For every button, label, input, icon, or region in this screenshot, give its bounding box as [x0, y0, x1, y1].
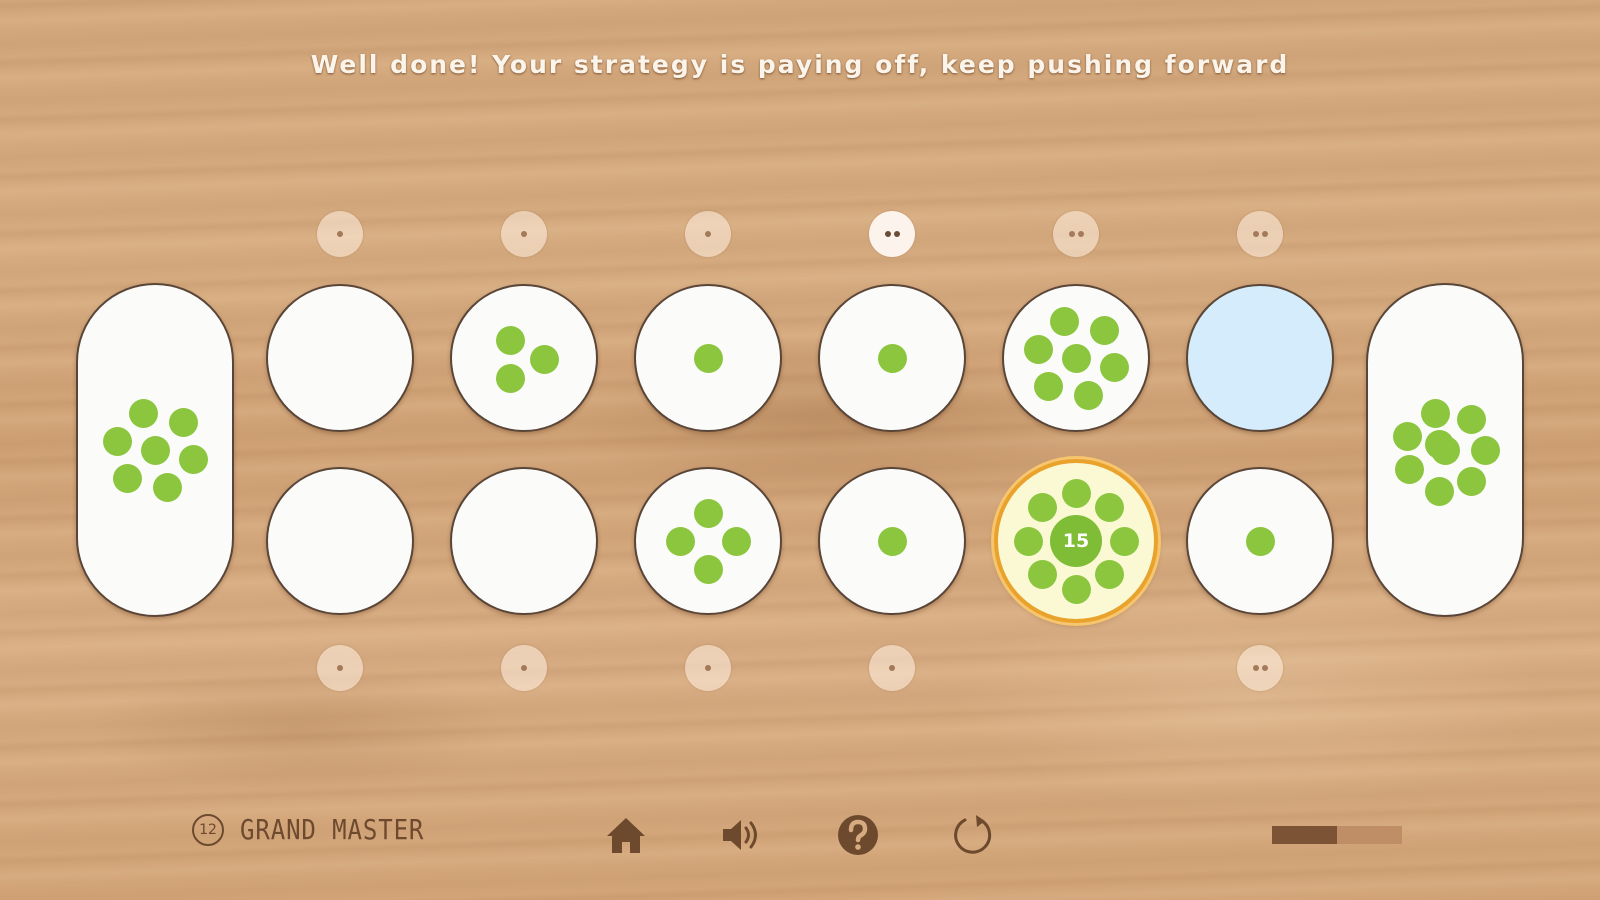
- store-right-seed: [1456, 404, 1486, 434]
- pit-bottom-3[interactable]: [634, 467, 782, 615]
- restart-button[interactable]: [949, 810, 999, 860]
- seed-count-badge: 15: [1050, 515, 1102, 567]
- help-icon: [838, 815, 878, 855]
- top-marker-2: [501, 211, 547, 257]
- marker-dot: [889, 665, 895, 671]
- bottom-marker-1: [317, 645, 363, 691]
- store-right-seed: [1424, 429, 1454, 459]
- pit-top-5-seed: [1099, 352, 1129, 382]
- pit-bottom-5-seed: [1013, 526, 1043, 556]
- pit-bottom-6-seed: [1245, 526, 1275, 556]
- help-button[interactable]: [833, 810, 883, 860]
- marker-dot: [705, 231, 711, 237]
- bottom-marker-2: [501, 645, 547, 691]
- marker-dot: [1068, 231, 1075, 237]
- pit-top-2[interactable]: [450, 284, 598, 432]
- marker-dot: [337, 665, 343, 671]
- pit-top-5-seed: [1023, 334, 1053, 364]
- pit-top-4-seed: [877, 343, 907, 373]
- store-left-seed: [178, 444, 208, 474]
- pit-top-2-seed: [495, 325, 525, 355]
- top-marker-1: [317, 211, 363, 257]
- pit-top-2-seed: [529, 344, 559, 374]
- store-left-seed: [128, 398, 158, 428]
- pit-top-5-seed: [1089, 315, 1119, 345]
- pit-bottom-3-seed: [693, 498, 723, 528]
- pit-top-2-seed: [495, 363, 525, 393]
- marker-dot: [1252, 231, 1259, 237]
- pit-bottom-1[interactable]: [266, 467, 414, 615]
- progress-bar: [1272, 826, 1402, 844]
- bottom-marker-3: [685, 645, 731, 691]
- restart-icon: [954, 815, 992, 854]
- pit-bottom-4-seed: [877, 526, 907, 556]
- top-marker-4: [869, 211, 915, 257]
- marker-dot: [893, 231, 900, 237]
- level-name: GRAND MASTER: [240, 813, 425, 846]
- marker-dot: [1077, 231, 1084, 237]
- level-indicator: 12 GRAND MASTER: [192, 813, 454, 846]
- store-right-seed: [1456, 466, 1486, 496]
- marker-dot: [521, 231, 527, 237]
- pit-top-1[interactable]: [266, 284, 414, 432]
- mancala-board: 15: [0, 0, 1600, 900]
- marker-dot: [1261, 231, 1268, 237]
- speaker-icon: [723, 820, 757, 850]
- pit-bottom-5-seed: [1109, 526, 1139, 556]
- home-icon: [607, 818, 645, 853]
- store-left-seed: [152, 472, 182, 502]
- pit-top-5-seed: [1049, 306, 1079, 336]
- marker-dot: [884, 231, 891, 237]
- bottom-marker-6: [1237, 645, 1283, 691]
- store-left-seed: [140, 435, 170, 465]
- marker-dot: [521, 665, 527, 671]
- pit-bottom-2[interactable]: [450, 467, 598, 615]
- marker-dot: [705, 665, 711, 671]
- store-right-seed: [1424, 476, 1454, 506]
- pit-bottom-3-seed: [665, 526, 695, 556]
- pit-bottom-5-seed: [1061, 478, 1091, 508]
- top-marker-3: [685, 211, 731, 257]
- store-right-seed: [1392, 421, 1422, 451]
- marker-dot: [1252, 665, 1259, 671]
- marker-dot: [337, 231, 343, 237]
- pit-top-5-seed: [1061, 343, 1091, 373]
- pit-bottom-5-seed: [1027, 492, 1057, 522]
- pit-bottom-3-seed: [721, 526, 751, 556]
- marker-dot: [1261, 665, 1268, 671]
- pit-bottom-5-seed: [1095, 492, 1125, 522]
- pit-bottom-5-seed: [1027, 560, 1057, 590]
- pit-bottom-3-seed: [693, 554, 723, 584]
- pit-top-5-seed: [1033, 371, 1063, 401]
- top-marker-6: [1237, 211, 1283, 257]
- store-right-seed: [1420, 398, 1450, 428]
- top-marker-5: [1053, 211, 1099, 257]
- store-left-seed: [102, 426, 132, 456]
- sound-button[interactable]: [717, 810, 767, 860]
- progress-fill: [1272, 826, 1337, 844]
- store-left-seed: [112, 463, 142, 493]
- pit-top-6[interactable]: [1186, 284, 1334, 432]
- home-button[interactable]: [601, 810, 651, 860]
- level-number: 12: [192, 813, 224, 846]
- store-right-seed: [1470, 435, 1500, 465]
- bottom-marker-4: [869, 645, 915, 691]
- store-left-seed: [168, 407, 198, 437]
- pit-top-5-seed: [1073, 380, 1103, 410]
- store-right-seed: [1394, 454, 1424, 484]
- pit-bottom-5-seed: [1061, 574, 1091, 604]
- pit-top-3-seed: [693, 343, 723, 373]
